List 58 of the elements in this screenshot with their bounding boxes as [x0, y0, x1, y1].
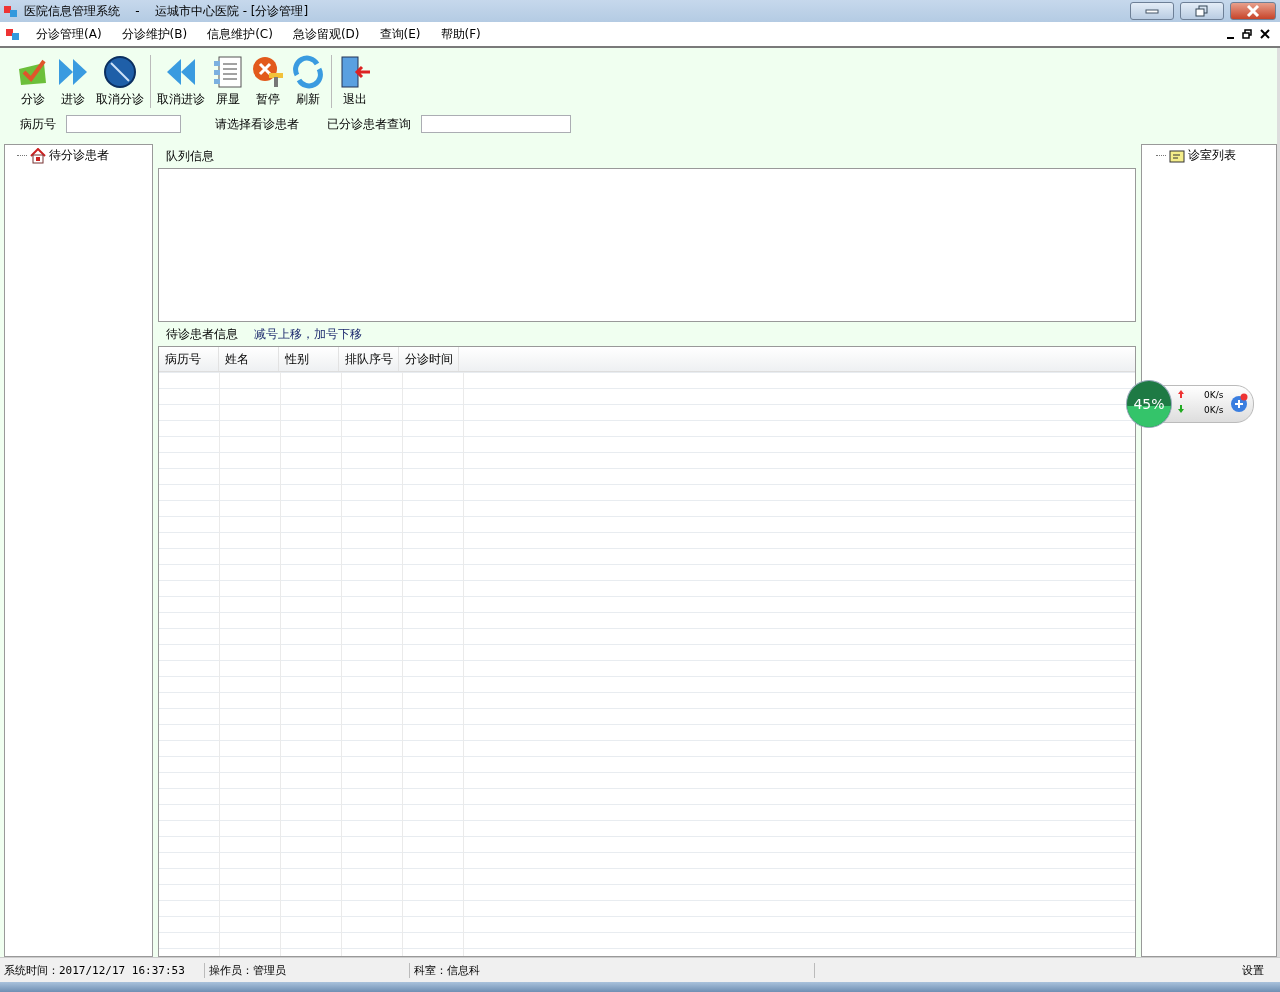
patient-query-field[interactable]	[421, 115, 571, 133]
toolbar-button[interactable]: 取消进诊	[155, 55, 207, 108]
restore-button[interactable]	[1180, 2, 1224, 20]
column-header[interactable]: 性别	[279, 347, 339, 371]
restore-icon	[1195, 5, 1209, 17]
record-number-field[interactable]	[66, 115, 181, 133]
status-text: 设置	[1242, 962, 1265, 978]
menu-item[interactable]: 帮助(F)	[430, 25, 491, 43]
plus-icon[interactable]	[1229, 393, 1249, 413]
list-icon	[211, 55, 245, 89]
toolbar-button[interactable]: 取消分诊	[94, 55, 146, 108]
refresh-icon	[291, 55, 325, 89]
status-text: 科室：信息科	[410, 962, 815, 978]
status-text: 操作员：管理员	[205, 962, 410, 978]
hint-text: 减号上移，加号下移	[254, 325, 362, 343]
close-icon	[1246, 5, 1260, 17]
exit-door-icon	[338, 55, 372, 89]
column-header[interactable]: 排队序号	[339, 347, 399, 371]
document-icon	[6, 27, 20, 41]
minimize-icon	[1227, 37, 1234, 39]
menu-item[interactable]: 查询(E)	[369, 25, 431, 43]
down-arrow-icon	[1178, 405, 1184, 413]
close-button[interactable]	[1230, 2, 1276, 20]
toolbar-button[interactable]: 进诊	[54, 55, 92, 108]
upload-speed: 0K/s	[1204, 390, 1224, 400]
tree-item[interactable]: 诊室列表	[1188, 147, 1236, 164]
restore-icon	[1242, 29, 1252, 39]
menu-item[interactable]: 分诊管理(A)	[26, 25, 112, 43]
menu-item[interactable]: 信息维护(C)	[197, 25, 283, 43]
toolbar-button[interactable]: 暂停	[249, 55, 287, 108]
minimize-button[interactable]	[1130, 2, 1174, 20]
tree-item[interactable]: 待分诊患者	[49, 147, 109, 164]
toolbar-button[interactable]: 屏显	[209, 55, 247, 108]
toolbar-button[interactable]: 刷新	[289, 55, 327, 108]
column-header[interactable]: 分诊时间	[399, 347, 459, 371]
app-icon	[4, 4, 18, 18]
field-label: 请选择看诊患者	[215, 115, 299, 133]
download-speed: 0K/s	[1204, 405, 1224, 415]
field-label: 已分诊患者查询	[327, 115, 411, 133]
menu-item[interactable]: 分诊维护(B)	[111, 25, 198, 43]
up-arrow-icon	[1178, 390, 1184, 398]
column-header[interactable]: 姓名	[219, 347, 279, 371]
minimize-icon	[1145, 8, 1159, 14]
status-text: 系统时间：2017/12/17 16:37:53	[0, 962, 205, 978]
toolbar-button[interactable]: 退出	[336, 55, 374, 108]
window-title: 医院信息管理系统 - 运城市中心医院 - [分诊管理]	[24, 2, 310, 20]
note-icon	[1169, 148, 1185, 163]
pause-icon	[251, 55, 285, 89]
menu-item[interactable]: 急诊留观(D)	[282, 25, 370, 43]
field-label: 病历号	[20, 115, 56, 133]
section-title: 队列信息	[166, 147, 214, 165]
close-icon	[1260, 29, 1270, 39]
cancel-icon	[103, 55, 137, 89]
column-header[interactable]: 病历号	[159, 347, 219, 371]
section-title: 待诊患者信息	[166, 325, 238, 343]
house-icon	[30, 147, 46, 164]
toolbar-button[interactable]: 分诊	[14, 55, 52, 108]
usage-reading: 45%	[1133, 396, 1165, 412]
